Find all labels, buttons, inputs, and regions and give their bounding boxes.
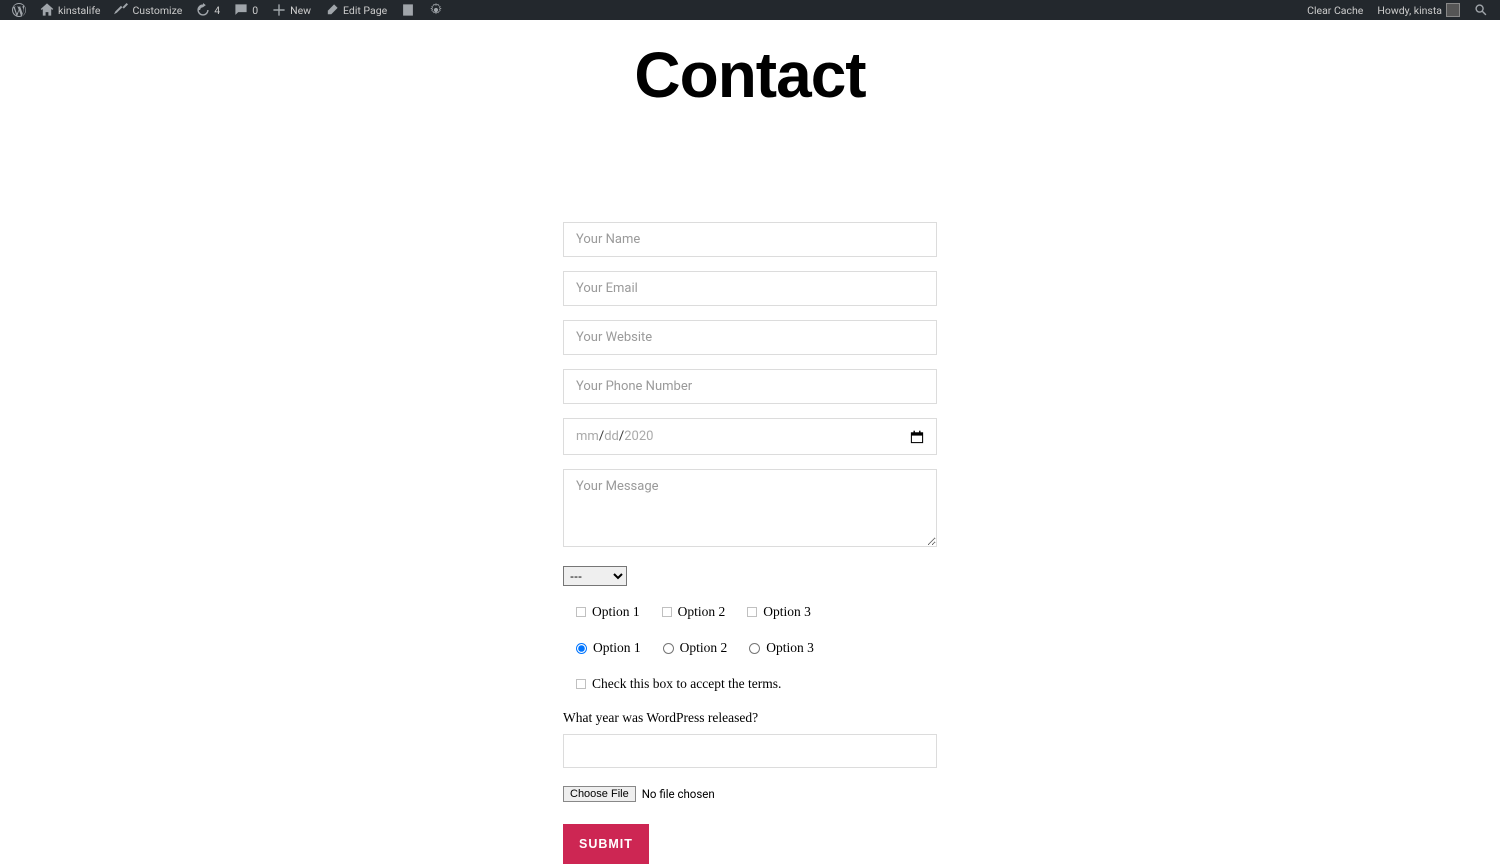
radio-group: Option 1 Option 2 Option 3 (576, 640, 937, 656)
radio-input[interactable] (576, 643, 587, 654)
radio-option-1[interactable]: Option 1 (576, 640, 641, 656)
checkbox-icon (576, 607, 586, 617)
date-input[interactable]: mm/dd/2020 (563, 418, 937, 455)
checkbox-icon (576, 679, 586, 689)
site-name-label: kinstalife (58, 4, 100, 17)
page-content: Contact mm/dd/2020 --- Option 1 Option 2… (0, 38, 1500, 864)
wp-admin-bar: kinstalife Customize 4 0 New (0, 0, 1500, 20)
comments-link[interactable]: 0 (228, 0, 264, 20)
customize-icon (114, 3, 128, 17)
choose-file-button[interactable]: Choose File (563, 786, 636, 802)
captcha-input[interactable] (563, 734, 937, 768)
new-label: New (290, 4, 311, 17)
edit-page-label: Edit Page (343, 4, 387, 17)
new-link[interactable]: New (266, 0, 317, 20)
captcha-question: What year was WordPress released? (563, 710, 937, 726)
comments-count: 0 (252, 4, 258, 17)
revisions-icon (196, 3, 210, 17)
contact-form: mm/dd/2020 --- Option 1 Option 2 Option … (563, 222, 937, 864)
avatar (1446, 3, 1460, 17)
howdy-link[interactable]: Howdy, kinsta (1371, 0, 1466, 20)
wordpress-icon (12, 3, 26, 17)
site-name-link[interactable]: kinstalife (34, 0, 106, 20)
radio-input[interactable] (749, 643, 760, 654)
edit-page-link[interactable]: Edit Page (319, 0, 393, 20)
checkbox-group: Option 1 Option 2 Option 3 (576, 604, 937, 620)
form-icon (401, 3, 415, 17)
search-toggle[interactable] (1468, 0, 1494, 20)
clear-cache-link[interactable]: Clear Cache (1301, 0, 1369, 20)
revisions-link[interactable]: 4 (190, 0, 226, 20)
name-input[interactable] (563, 222, 937, 257)
comment-icon (234, 3, 248, 17)
plugin-icon-1[interactable] (395, 0, 421, 20)
radio-option-3[interactable]: Option 3 (749, 640, 814, 656)
checkbox-option-2[interactable]: Option 2 (662, 604, 726, 620)
revisions-count: 4 (214, 4, 220, 17)
checkbox-option-1[interactable]: Option 1 (576, 604, 640, 620)
admin-bar-right: Clear Cache Howdy, kinsta (1301, 0, 1494, 20)
message-textarea[interactable] (563, 469, 937, 547)
admin-bar-left: kinstalife Customize 4 0 New (6, 0, 449, 20)
page-title: Contact (0, 38, 1500, 112)
calendar-icon (910, 430, 924, 444)
email-input[interactable] (563, 271, 937, 306)
submit-button[interactable]: SUBMIT (563, 824, 649, 864)
customize-link[interactable]: Customize (108, 0, 188, 20)
pencil-icon (325, 3, 339, 17)
terms-label: Check this box to accept the terms. (592, 676, 781, 692)
date-text: mm/dd/2020 (576, 429, 653, 444)
customize-label: Customize (132, 4, 182, 17)
terms-checkbox-row[interactable]: Check this box to accept the terms. (576, 676, 937, 692)
wp-logo[interactable] (6, 0, 32, 20)
checkbox-icon (747, 607, 757, 617)
clear-cache-label: Clear Cache (1307, 4, 1363, 17)
radio-input[interactable] (663, 643, 674, 654)
howdy-label: Howdy, kinsta (1377, 4, 1442, 17)
search-icon (1474, 3, 1488, 17)
checkbox-icon (662, 607, 672, 617)
checkbox-option-3[interactable]: Option 3 (747, 604, 811, 620)
plus-icon (272, 3, 286, 17)
home-icon (40, 3, 54, 17)
radio-option-2[interactable]: Option 2 (663, 640, 728, 656)
phone-input[interactable] (563, 369, 937, 404)
file-status: No file chosen (642, 787, 715, 801)
file-upload: Choose File No file chosen (563, 786, 937, 802)
dropdown-select[interactable]: --- (563, 566, 627, 586)
plugin-icon-2[interactable] (423, 0, 449, 20)
website-input[interactable] (563, 320, 937, 355)
gear-icon (429, 3, 443, 17)
